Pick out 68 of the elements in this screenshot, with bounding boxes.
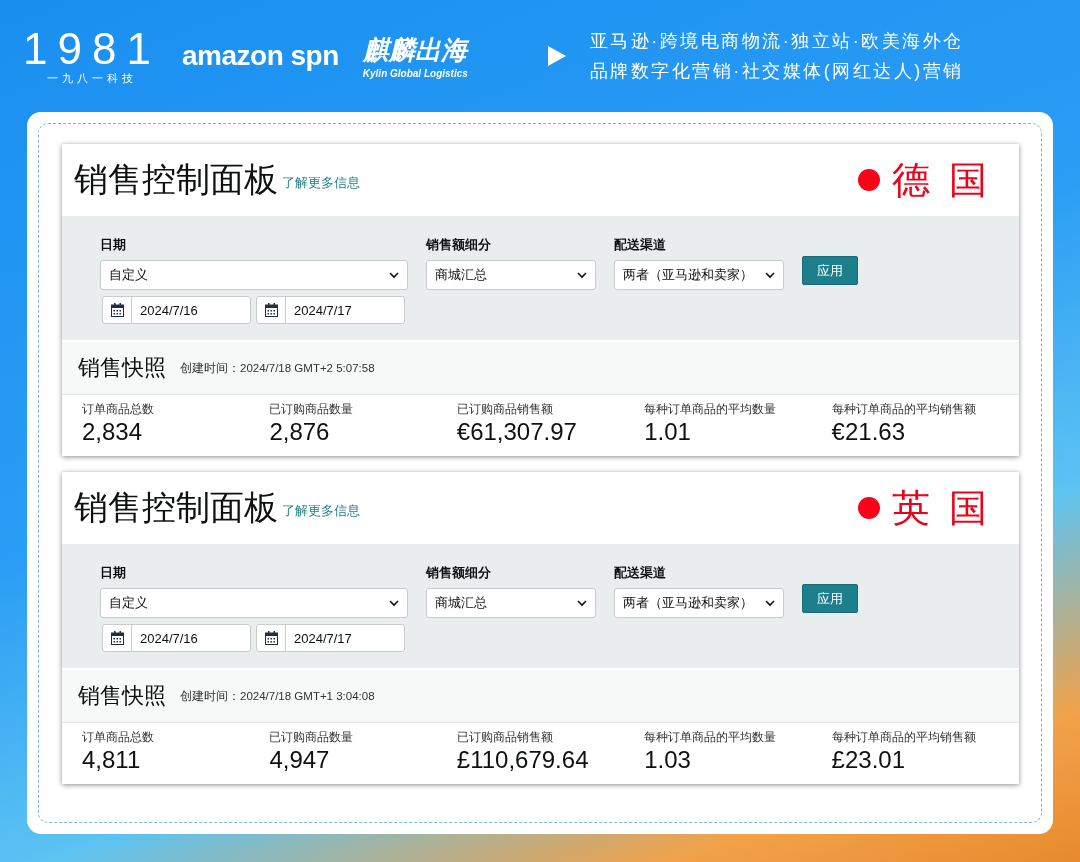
metric-value: 4,947 (269, 746, 331, 774)
learn-more-link[interactable]: 了解更多信息 (282, 502, 360, 520)
metric-label: 已订购商品销售额 (456, 401, 554, 418)
calendar-icon (110, 303, 124, 317)
start-date-field[interactable]: 2024/7/16 (102, 296, 251, 324)
end-date-field[interactable]: 2024/7/17 (256, 296, 405, 324)
metric-label: 已订购商品数量 (269, 729, 355, 746)
apply-button[interactable]: 应用 (802, 584, 858, 613)
slogan-line: 亚马逊·跨境电商物流·独立站·欧美海外仓 (589, 30, 964, 53)
brand-caption: 一九八一科技 (47, 70, 137, 86)
metric-value: £110,679.64 (456, 746, 590, 774)
calendar-icon (110, 631, 124, 645)
dashboard-title: 销售控制面板 (74, 159, 278, 200)
date-label: 日期 (100, 236, 127, 254)
date-range-dropdown[interactable]: 自定义 (100, 260, 408, 290)
play-icon (547, 46, 566, 66)
metric-label: 订单商品总数 (82, 401, 155, 418)
breakdown-dropdown[interactable]: 商城汇总 (426, 588, 596, 618)
date-range-dropdown[interactable]: 自定义 (100, 588, 408, 618)
chevron-down-icon (765, 271, 775, 279)
created-time: 创建时间：2024/7/18 GMT+2 5:07:58 (180, 360, 375, 376)
metric-label: 每种订单商品的平均数量 (644, 401, 778, 418)
chevron-down-icon (389, 599, 399, 607)
apply-button[interactable]: 应用 (802, 256, 858, 285)
breakdown-label: 销售额细分 (426, 236, 492, 254)
channel-dropdown[interactable]: 两者（亚马逊和卖家） (614, 260, 784, 290)
end-date-field[interactable]: 2024/7/17 (256, 624, 405, 652)
snapshot-title: 销售快照 (78, 682, 166, 710)
metric-label: 订单商品总数 (82, 729, 155, 746)
chevron-down-icon (765, 599, 775, 607)
marker-dot (858, 497, 881, 519)
metric-value: 1.01 (644, 418, 692, 446)
channel-label: 配送渠道 (614, 564, 667, 582)
metric-value: 4,811 (82, 746, 142, 774)
chevron-down-icon (389, 271, 399, 279)
channel-dropdown[interactable]: 两者（亚马逊和卖家） (614, 588, 784, 618)
dashboard-title: 销售控制面板 (74, 487, 278, 528)
amazon-logo: amazon spn (182, 40, 339, 72)
metric-value: 1.03 (644, 746, 692, 774)
metric-value: 2,834 (82, 418, 144, 446)
slogan-line: 品牌数字化营销·社交媒体(网红达人)营销 (589, 60, 964, 83)
breakdown-label: 销售额细分 (426, 564, 492, 582)
country-label: 英 国 (892, 485, 991, 531)
kylin-logo: 麒麟出海 (362, 33, 468, 68)
channel-label: 配送渠道 (614, 236, 667, 254)
metric-label: 每种订单商品的平均数量 (644, 729, 778, 746)
country-label: 德 国 (892, 157, 991, 203)
brand-logo: 1981 (23, 26, 161, 71)
breakdown-dropdown[interactable]: 商城汇总 (426, 260, 596, 290)
metric-label: 每种订单商品的平均销售额 (831, 401, 977, 418)
chevron-down-icon (577, 271, 587, 279)
created-time: 创建时间：2024/7/18 GMT+1 3:04:08 (180, 688, 375, 704)
metric-label: 每种订单商品的平均销售额 (831, 729, 977, 746)
kylin-caption: Kylin Global Logistics (362, 68, 468, 79)
metric-label: 已订购商品数量 (269, 401, 355, 418)
chevron-down-icon (577, 599, 587, 607)
metric-value: 2,876 (269, 418, 331, 446)
metric-value: £23.01 (831, 746, 906, 774)
calendar-icon (264, 631, 278, 645)
snapshot-title: 销售快照 (78, 354, 166, 382)
date-label: 日期 (100, 564, 127, 582)
metric-label: 已订购商品销售额 (456, 729, 554, 746)
learn-more-link[interactable]: 了解更多信息 (282, 174, 360, 192)
start-date-field[interactable]: 2024/7/16 (102, 624, 251, 652)
marker-dot (858, 169, 881, 191)
metric-value: €61,307.97 (456, 418, 578, 446)
calendar-icon (264, 303, 278, 317)
metric-value: €21.63 (831, 418, 906, 446)
